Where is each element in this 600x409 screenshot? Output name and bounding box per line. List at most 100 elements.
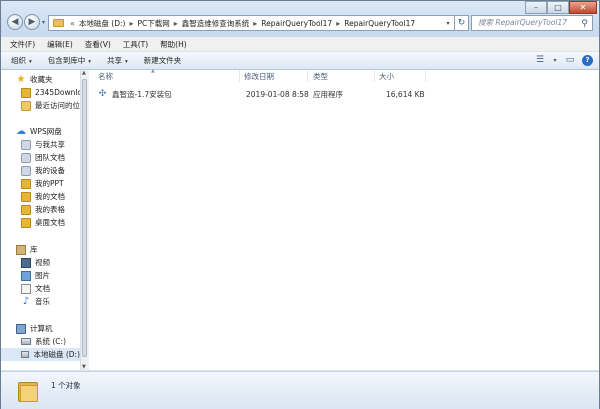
- file-list: ▲ 名称 修改日期 类型 大小 ✣ 鑫智造-1.7安装包 2019-01-08 …: [89, 68, 599, 370]
- breadcrumb-repair-system[interactable]: 鑫智造维修查询系统: [182, 18, 250, 29]
- new-folder-button[interactable]: 新建文件夹: [144, 55, 182, 66]
- sidebar-wps-cloud[interactable]: ☁ WPS网盘: [16, 125, 62, 138]
- column-divider[interactable]: [374, 70, 375, 82]
- overflow-chevron-icon[interactable]: «: [70, 19, 75, 28]
- breadcrumb-repairquerytool-parent[interactable]: RepairQueryTool17: [261, 19, 332, 28]
- sidebar-item-shared-with-me[interactable]: 与我共享: [21, 138, 65, 151]
- sidebar-item-label: 最近访问的位置: [35, 101, 80, 110]
- minimize-button[interactable]: –: [525, 1, 547, 14]
- sidebar-item-label: 桌面文档: [35, 218, 65, 227]
- breadcrumb-pcdownload[interactable]: PC下载网: [137, 18, 169, 29]
- sidebar-item-label: 团队文档: [35, 153, 65, 162]
- sidebar-favorites[interactable]: ★ 收藏夹: [16, 73, 53, 86]
- sidebar-item-drive-d[interactable]: 本地磁盘 (D:): [1, 348, 80, 361]
- column-header-modified[interactable]: 修改日期: [244, 70, 274, 82]
- view-controls: ☰ ▾ ▭ ?: [534, 54, 593, 66]
- sidebar-item-drive-c[interactable]: 系统 (C:): [21, 335, 66, 348]
- scroll-up-icon[interactable]: ▲: [82, 70, 86, 76]
- video-icon: [21, 257, 31, 268]
- window-controls: – □ ✕: [525, 1, 597, 15]
- chevron-down-icon: ▾: [125, 59, 128, 65]
- sidebar-item-label: 与我共享: [35, 140, 65, 149]
- breadcrumb-separator-icon[interactable]: ▸: [174, 19, 178, 28]
- menu-view[interactable]: 查看(V): [85, 39, 111, 50]
- search-placeholder: 搜索 RepairQueryTool17: [478, 18, 567, 27]
- explorer-window: ◀ ▶ ▾ « 本地磁盘 (D:) ▸ PC下载网 ▸ 鑫智造维修查询系统 ▸ …: [0, 0, 600, 409]
- sidebar-item-music[interactable]: ♪ 音乐: [21, 295, 50, 308]
- sidebar-item-documents[interactable]: 文档: [21, 282, 50, 295]
- menu-help[interactable]: 帮助(H): [160, 39, 187, 50]
- refresh-icon[interactable]: ↻: [455, 15, 469, 31]
- column-divider[interactable]: [425, 70, 426, 82]
- include-label: 包含到库中: [47, 56, 86, 65]
- help-icon[interactable]: ?: [582, 54, 593, 66]
- sidebar-item-my-sheets[interactable]: 我的表格: [21, 203, 65, 216]
- back-arrow-icon: ◀: [11, 17, 19, 27]
- close-button[interactable]: ✕: [569, 1, 597, 14]
- forward-arrow-icon: ▶: [28, 17, 36, 27]
- menu-tools[interactable]: 工具(T): [123, 39, 148, 50]
- sidebar-item-my-ppt[interactable]: 我的PPT: [21, 177, 64, 190]
- view-dropdown-icon[interactable]: ▾: [552, 54, 558, 66]
- folder-icon: [21, 87, 31, 98]
- sidebar-item-label: 我的表格: [35, 205, 65, 214]
- address-bar[interactable]: « 本地磁盘 (D:) ▸ PC下载网 ▸ 鑫智造维修查询系统 ▸ Repair…: [48, 15, 456, 31]
- forward-button[interactable]: ▶: [24, 14, 40, 30]
- sidebar-item-label: 库: [30, 245, 38, 254]
- view-options-icon[interactable]: ☰: [534, 54, 546, 66]
- column-header-type[interactable]: 类型: [313, 70, 328, 82]
- breadcrumb-separator-icon[interactable]: ▸: [336, 19, 340, 28]
- sidebar-item-desktop-docs[interactable]: 桌面文档: [21, 216, 65, 229]
- search-input[interactable]: 搜索 RepairQueryTool17 ⚲: [471, 15, 593, 31]
- folder-icon: [21, 191, 31, 202]
- back-button[interactable]: ◀: [7, 14, 23, 30]
- breadcrumb-separator-icon[interactable]: ▸: [129, 19, 133, 28]
- team-icon: [21, 152, 31, 163]
- file-size: 16,614 KB: [386, 89, 425, 99]
- scrollbar-thumb[interactable]: [82, 79, 87, 357]
- column-header-size[interactable]: 大小: [379, 70, 394, 82]
- organize-button[interactable]: 组织 ▾: [11, 55, 32, 66]
- breadcrumb-separator-icon[interactable]: ▸: [253, 19, 257, 28]
- sidebar-item-pictures[interactable]: 图片: [21, 269, 50, 282]
- sidebar-item-team-docs[interactable]: 团队文档: [21, 151, 65, 164]
- music-icon: ♪: [22, 295, 30, 307]
- address-dropdown-icon[interactable]: ▾: [442, 15, 455, 31]
- table-row[interactable]: ✣ 鑫智造-1.7安装包 2019-01-08 8:58 应用程序 16,614…: [89, 88, 599, 100]
- sidebar-item-my-devices[interactable]: 我的设备: [21, 164, 65, 177]
- sidebar-libraries[interactable]: 库: [16, 243, 38, 256]
- file-modified: 2019-01-08 8:58: [246, 89, 309, 99]
- menu-file[interactable]: 文件(F): [10, 39, 35, 50]
- history-dropdown-icon[interactable]: ▾: [42, 19, 45, 26]
- title-bar: ◀ ▶ ▾ « 本地磁盘 (D:) ▸ PC下载网 ▸ 鑫智造维修查询系统 ▸ …: [1, 1, 599, 37]
- file-name-cell[interactable]: ✣ 鑫智造-1.7安装包: [98, 88, 172, 100]
- breadcrumb-repairquerytool-current[interactable]: RepairQueryTool17: [344, 19, 415, 28]
- scroll-down-icon[interactable]: ▼: [82, 364, 86, 370]
- sidebar-item-label: 我的设备: [35, 166, 65, 175]
- column-divider[interactable]: [307, 70, 308, 82]
- sidebar-item-label: 我的PPT: [35, 179, 64, 188]
- item-count: 1 个对象: [51, 381, 81, 390]
- star-icon: ★: [16, 73, 26, 85]
- sidebar-item-my-documents[interactable]: 我的文档: [21, 190, 65, 203]
- breadcrumb-drive[interactable]: 本地磁盘 (D:): [79, 18, 126, 29]
- sidebar-item-2345downloads[interactable]: 2345Downloa: [21, 86, 80, 99]
- sidebar-computer[interactable]: 计算机: [16, 322, 53, 335]
- preview-pane-icon[interactable]: ▭: [564, 54, 576, 66]
- include-in-library-button[interactable]: 包含到库中 ▾: [48, 55, 91, 66]
- organize-label: 组织: [11, 56, 26, 65]
- column-divider[interactable]: [239, 70, 240, 82]
- column-header-name[interactable]: 名称: [98, 70, 113, 82]
- sidebar-item-recent-places[interactable]: 最近访问的位置: [21, 99, 80, 112]
- maximize-button[interactable]: □: [547, 1, 569, 14]
- drive-icon: [21, 338, 31, 345]
- folder-icon: [21, 217, 31, 228]
- navigation-scrollbar[interactable]: ▲ ▼: [80, 70, 89, 370]
- search-icon[interactable]: ⚲: [581, 17, 588, 31]
- chevron-down-icon: ▾: [29, 59, 32, 65]
- file-name: 鑫智造-1.7安装包: [112, 89, 172, 99]
- sidebar-item-videos[interactable]: 视频: [21, 256, 50, 269]
- sidebar-item-label: 收藏夹: [30, 75, 53, 84]
- menu-edit[interactable]: 编辑(E): [47, 39, 73, 50]
- share-button[interactable]: 共享 ▾: [107, 55, 128, 66]
